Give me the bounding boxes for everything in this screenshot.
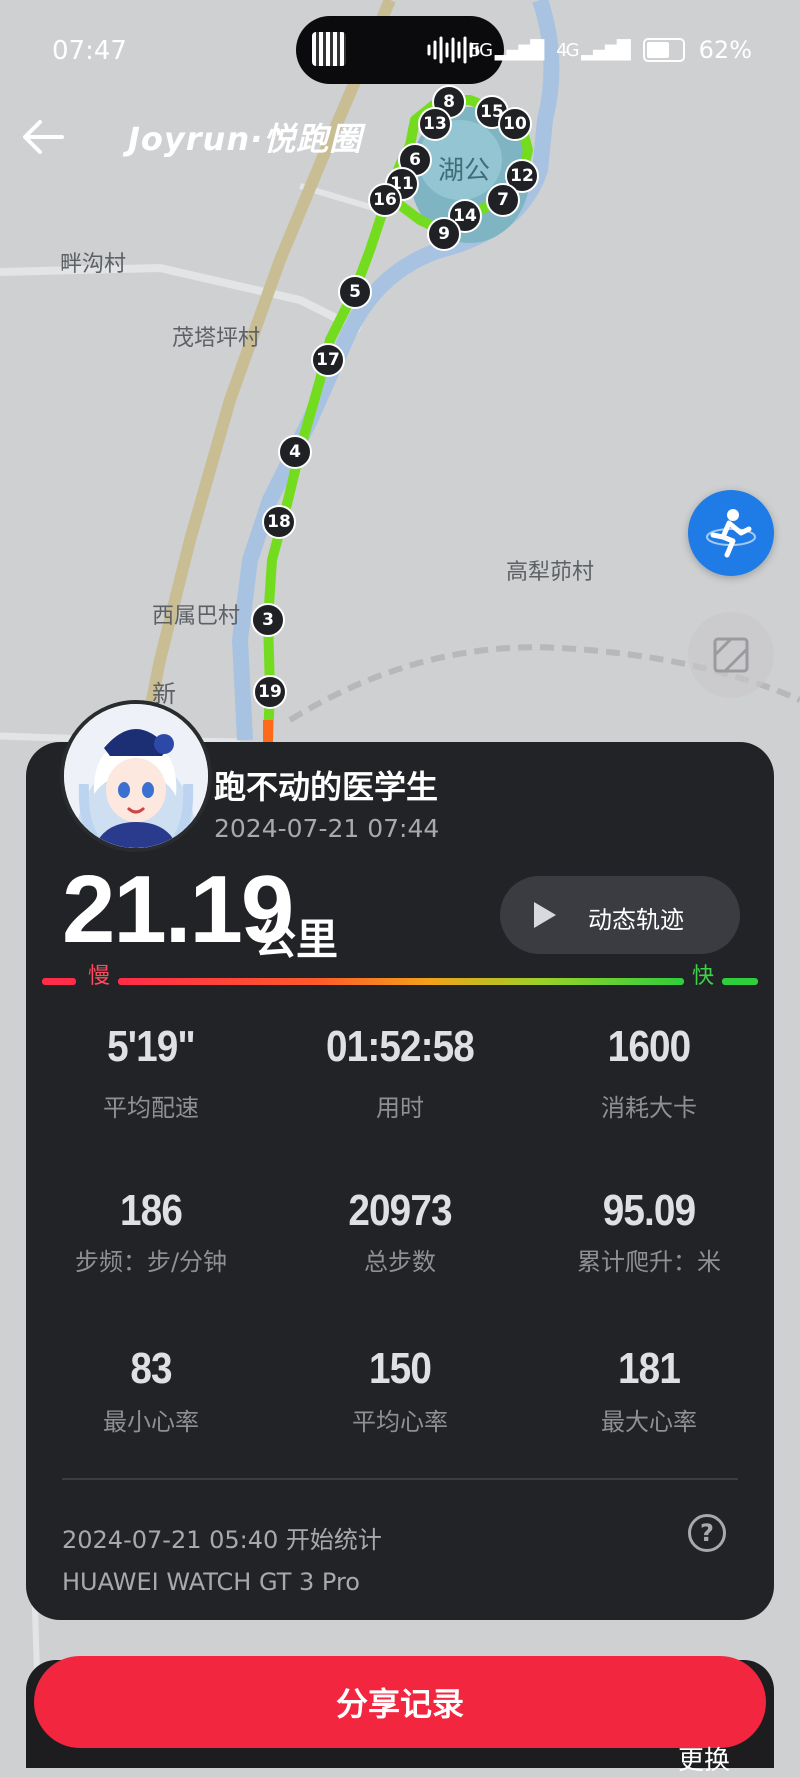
map-label-park: 湖公 <box>438 156 491 186</box>
battery-percent: 62% <box>698 36 752 64</box>
status-bar: 07:47 5G ▂▄▆█ 4G ▂▄▆█ 62% <box>0 0 800 100</box>
map-label-village: 西属巴村 <box>152 604 241 629</box>
km-marker[interactable]: 4 <box>278 435 312 469</box>
stat-elevation-gain: 95.09 累计爬升：米 <box>524 1186 774 1277</box>
km-marker[interactable]: 10 <box>498 107 532 141</box>
signal-4g-icon: 4G ▂▄▆█ <box>556 39 630 61</box>
stat-max-heart-rate: 181 最大心率 <box>524 1344 774 1437</box>
status-indicators: 5G ▂▄▆█ 4G ▂▄▆█ 62% <box>470 36 752 64</box>
stat-label: 步频：步/分钟 <box>74 1248 228 1276</box>
pace-fast-label: 快 <box>692 964 715 989</box>
distance-unit: 公里 <box>254 915 339 964</box>
run-datetime: 2024-07-21 07:44 <box>214 814 440 843</box>
km-marker[interactable]: 19 <box>253 675 287 709</box>
map-label-village: 畔沟村 <box>60 252 127 277</box>
km-marker[interactable]: 16 <box>368 183 402 217</box>
map-layer-button[interactable] <box>688 612 774 698</box>
stat-value: 181 <box>618 1344 681 1393</box>
stat-avg-heart-rate: 150 平均心率 <box>275 1344 525 1437</box>
stat-value: 186 <box>120 1186 183 1235</box>
divider <box>62 1478 738 1480</box>
help-icon[interactable]: ? <box>688 1514 726 1552</box>
battery-icon <box>642 38 685 62</box>
stat-calories: 1600 消耗大卡 <box>524 1022 774 1123</box>
km-marker[interactable]: 18 <box>262 505 296 539</box>
run-mode-button[interactable] <box>688 490 774 576</box>
route-replay-button[interactable]: 动态轨迹 <box>500 876 740 954</box>
stat-duration: 01:52:58 用时 <box>275 1022 525 1123</box>
stat-label: 平均心率 <box>352 1408 448 1436</box>
km-marker[interactable]: 5 <box>338 275 372 309</box>
map-label-village: 茂塔坪村 <box>172 326 261 351</box>
avatar[interactable] <box>60 700 212 852</box>
map-label-village: 高犁茆村 <box>506 560 595 585</box>
runner-icon <box>706 509 756 558</box>
qr-code-icon <box>312 32 346 66</box>
stat-cadence: 186 步频：步/分钟 <box>26 1186 276 1277</box>
stat-value: 5'19" <box>107 1022 196 1071</box>
stat-label: 用时 <box>376 1094 424 1122</box>
km-marker[interactable]: 9 <box>427 217 461 251</box>
anime-avatar-icon <box>64 704 208 848</box>
share-record-button[interactable]: 分享记录 <box>34 1656 766 1748</box>
change-theme-label[interactable]: 更换 <box>678 1740 730 1777</box>
route-replay-label: 动态轨迹 <box>588 906 684 934</box>
stat-min-heart-rate: 83 最小心率 <box>26 1344 276 1437</box>
play-icon <box>534 902 556 928</box>
stat-value: 150 <box>369 1344 432 1393</box>
stat-value: 20973 <box>348 1186 452 1235</box>
km-marker[interactable]: 7 <box>486 183 520 217</box>
pace-gradient-bar <box>42 978 758 985</box>
brand-logo: Joyrun·悦跑圈 <box>128 120 363 158</box>
image-frame-icon <box>713 637 749 673</box>
pace-slow-label: 慢 <box>88 964 111 989</box>
stat-label: 消耗大卡 <box>601 1094 697 1122</box>
status-time: 07:47 <box>52 36 127 66</box>
runner-name: 跑不动的医学生 <box>214 768 439 806</box>
km-marker[interactable]: 13 <box>418 107 452 141</box>
km-marker[interactable]: 3 <box>251 603 285 637</box>
stat-label: 最大心率 <box>601 1408 697 1436</box>
stats-start-time: 2024-07-21 05:40 开始统计 <box>62 1526 382 1554</box>
stat-label: 总步数 <box>364 1248 436 1276</box>
stat-avg-pace: 5'19" 平均配速 <box>26 1022 276 1123</box>
back-arrow-icon[interactable] <box>18 112 68 162</box>
stat-value: 83 <box>130 1344 172 1393</box>
stat-total-steps: 20973 总步数 <box>275 1186 525 1277</box>
km-marker[interactable]: 17 <box>311 343 345 377</box>
stat-value: 95.09 <box>602 1186 696 1235</box>
device-name: HUAWEI WATCH GT 3 Pro <box>62 1568 360 1596</box>
stat-label: 累计爬升：米 <box>577 1248 721 1276</box>
stat-label: 平均配速 <box>103 1094 199 1122</box>
signal-5g-icon: 5G ▂▄▆█ <box>469 39 544 61</box>
stat-value: 01:52:58 <box>326 1022 475 1071</box>
stat-label: 最小心率 <box>103 1408 199 1436</box>
stat-value: 1600 <box>607 1022 692 1071</box>
